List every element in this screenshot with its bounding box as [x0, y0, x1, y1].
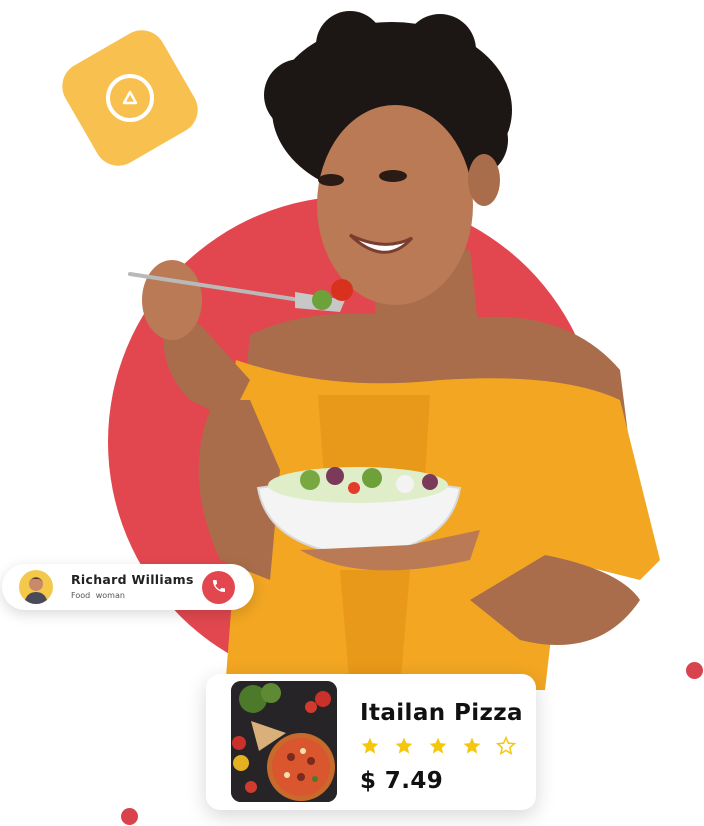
product-name: Itailan Pizza — [360, 700, 523, 726]
product-card[interactable]: Itailan Pizza $ 7.49 — [206, 674, 536, 810]
star-icon — [463, 737, 481, 754]
star-icon — [429, 737, 447, 754]
contact-role: Food woman — [71, 591, 125, 600]
product-price: $ 7.49 — [360, 768, 444, 794]
decor-dot — [121, 808, 138, 825]
avatar — [19, 570, 53, 604]
contact-card: Richard Williams Food woman — [2, 564, 254, 610]
decor-dot — [686, 662, 703, 679]
call-button[interactable] — [202, 571, 235, 604]
pizza-image — [231, 681, 337, 802]
phone-icon — [211, 578, 227, 598]
rating-stars — [360, 736, 516, 756]
star-outline-icon — [496, 736, 516, 756]
contact-name: Richard Williams — [71, 572, 194, 587]
star-icon — [395, 737, 413, 754]
star-icon — [361, 737, 379, 754]
